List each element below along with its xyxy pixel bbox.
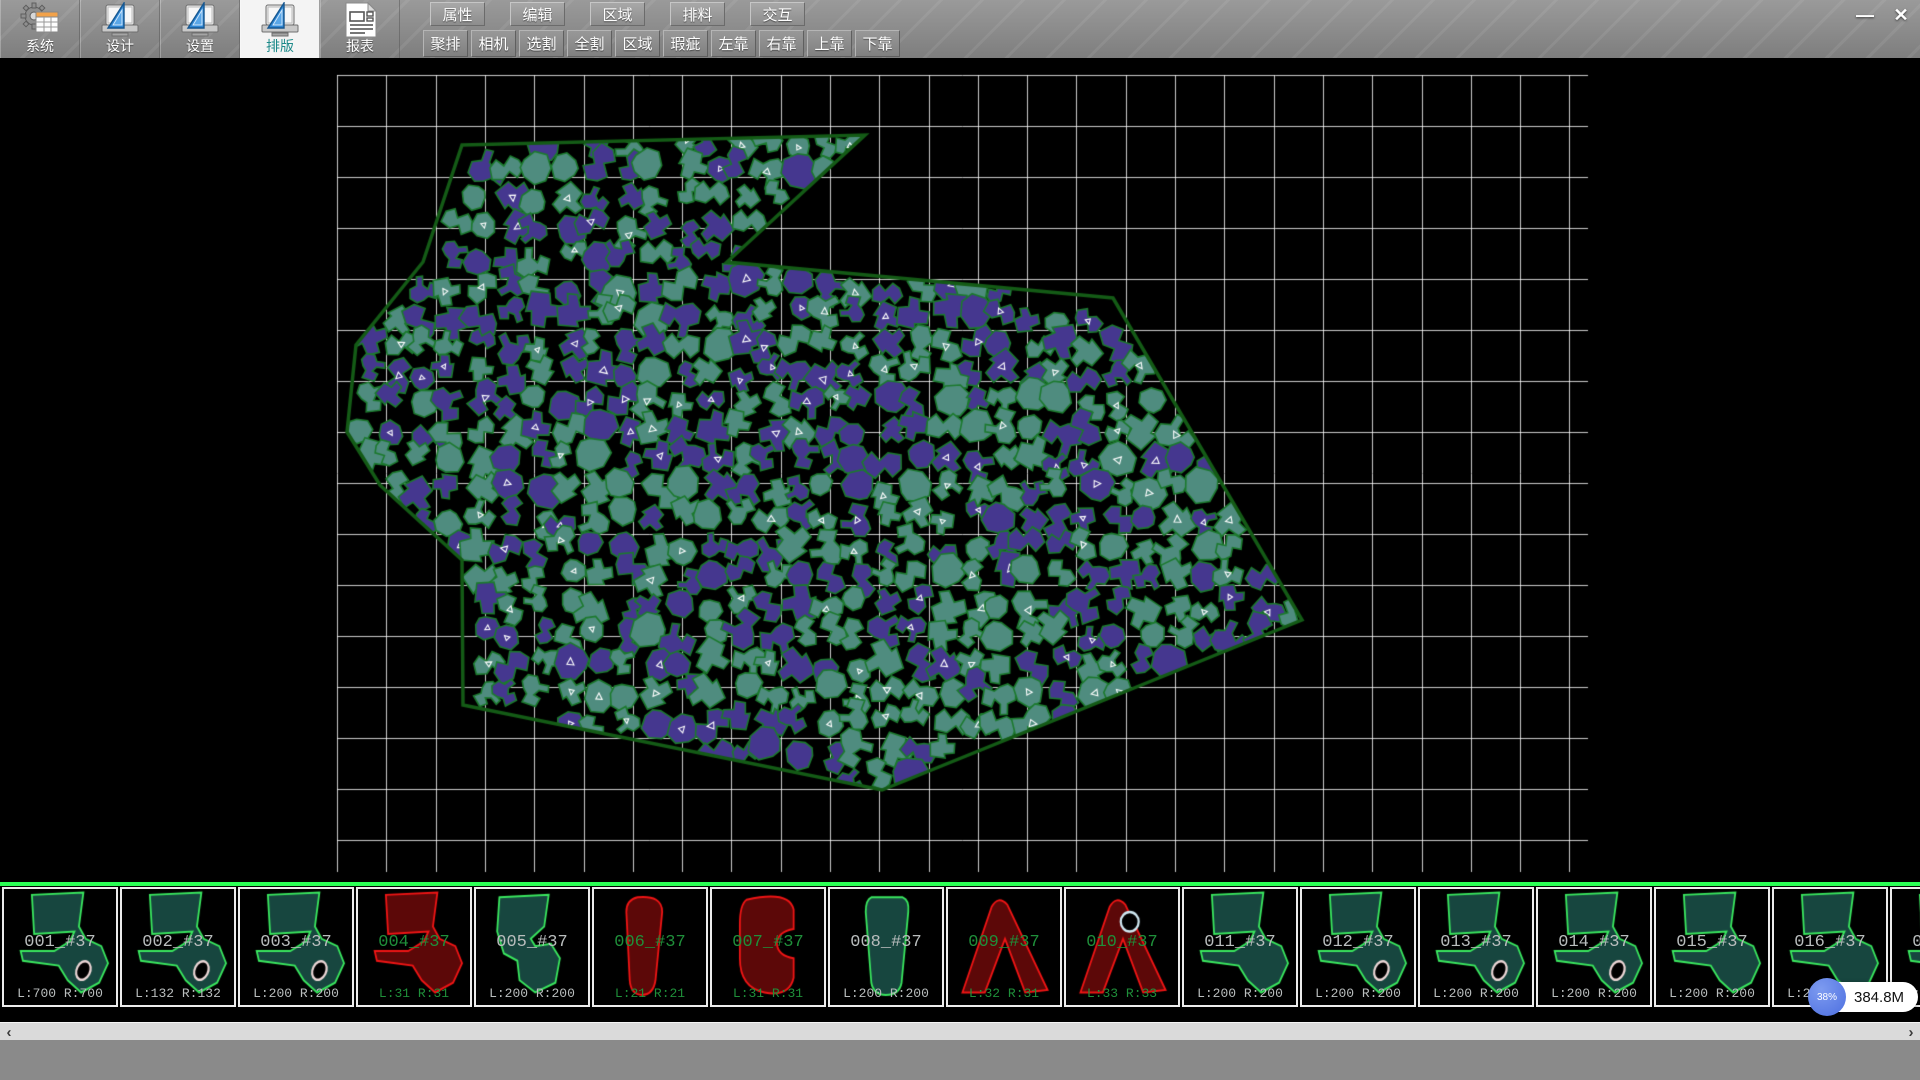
main-button-label: 设计 <box>106 38 134 55</box>
tool-button-bar: 聚排相机选割全割区域瑕疵左靠右靠上靠下靠 <box>423 30 903 57</box>
piece-shape <box>1657 890 1769 1004</box>
menu-tab-3[interactable]: 区域 <box>590 2 645 26</box>
piece-thumbnail-003_#37[interactable]: 003_#37L:200 R:200 <box>238 887 354 1007</box>
tool-button-3[interactable]: 选割 <box>519 30 564 57</box>
piece-shape <box>831 890 943 1004</box>
piece-thumbnail-014_#37[interactable]: 014_#37L:200 R:200 <box>1536 887 1652 1007</box>
nesting-canvas[interactable] <box>0 58 1920 882</box>
piece-thumbnail-015_#37[interactable]: 015_#37L:200 R:200 <box>1654 887 1770 1007</box>
piece-shape <box>1421 890 1533 1004</box>
minimize-button[interactable]: — <box>1850 2 1880 28</box>
design-ruler-icon <box>98 2 142 38</box>
piece-shape <box>1539 890 1651 1004</box>
main-button-label: 设置 <box>186 38 214 55</box>
tool-button-1[interactable]: 聚排 <box>423 30 468 57</box>
tool-button-9[interactable]: 上靠 <box>807 30 852 57</box>
piece-thumbnail-010_#37[interactable]: 010_#37L:33 R:33 <box>1064 887 1180 1007</box>
close-button[interactable]: ✕ <box>1886 2 1916 28</box>
piece-shape <box>949 890 1061 1004</box>
progress-circle: 38% <box>1808 978 1846 1016</box>
piece-thumbnail-001_#37[interactable]: 001_#37L:700 R:700 <box>2 887 118 1007</box>
piece-thumbnail-007_#37[interactable]: 007_#37L:31 R:31 <box>710 887 826 1007</box>
memory-badge: 38% 384.8M <box>1812 982 1918 1012</box>
tool-button-2[interactable]: 相机 <box>471 30 516 57</box>
main-button-5[interactable]: 报表 <box>320 0 400 58</box>
piece-shape <box>359 890 471 1004</box>
piece-shape <box>477 890 589 1004</box>
piece-thumbnail-011_#37[interactable]: 011_#37L:200 R:200 <box>1182 887 1298 1007</box>
main-button-label: 系统 <box>26 38 54 55</box>
ribbon: 系统 设计 设置 排版 报表 属 <box>0 0 1920 59</box>
piece-shape <box>5 890 117 1004</box>
memory-value: 384.8M <box>1854 982 1904 1012</box>
piece-thumbnail-004_#37[interactable]: 004_#37L:31 R:31 <box>356 887 472 1007</box>
main-button-1[interactable]: 系统 <box>0 0 80 58</box>
piece-shape <box>1303 890 1415 1004</box>
report-doc-icon <box>338 2 382 38</box>
piece-filmstrip: 001_#37L:700 R:700002_#37L:132 R:132003_… <box>0 882 1920 1022</box>
piece-shape <box>713 890 825 1004</box>
filmstrip-accent-line <box>0 882 1920 886</box>
piece-shape <box>595 890 707 1004</box>
tool-button-10[interactable]: 下靠 <box>855 30 900 57</box>
filmstrip-cells: 001_#37L:700 R:700002_#37L:132 R:132003_… <box>0 887 1920 1009</box>
piece-shape <box>241 890 353 1004</box>
main-button-label: 报表 <box>346 38 374 55</box>
settings-ruler-icon <box>178 2 222 38</box>
application-window: 系统 设计 设置 排版 报表 属 <box>0 0 1920 1080</box>
tool-button-7[interactable]: 左靠 <box>711 30 756 57</box>
scroll-right-arrow[interactable]: › <box>1902 1023 1920 1041</box>
tool-button-4[interactable]: 全割 <box>567 30 612 57</box>
main-button-4[interactable]: 排版 <box>240 0 320 58</box>
status-bar <box>0 1040 1920 1080</box>
tool-button-8[interactable]: 右靠 <box>759 30 804 57</box>
piece-thumbnail-009_#37[interactable]: 009_#37L:32 R:31 <box>946 887 1062 1007</box>
menu-tab-bar: 属性 编辑 区域 排料 交互 <box>430 2 830 26</box>
piece-shape <box>1067 890 1179 1004</box>
piece-thumbnail-002_#37[interactable]: 002_#37L:132 R:132 <box>120 887 236 1007</box>
piece-thumbnail-008_#37[interactable]: 008_#37L:200 R:200 <box>828 887 944 1007</box>
nesting-workspace[interactable] <box>0 58 1920 882</box>
piece-shape <box>123 890 235 1004</box>
menu-tab-4[interactable]: 排料 <box>670 2 725 26</box>
piece-shape <box>1185 890 1297 1004</box>
menu-tab-2[interactable]: 编辑 <box>510 2 565 26</box>
piece-thumbnail-005_#37[interactable]: 005_#37L:200 R:200 <box>474 887 590 1007</box>
horizontal-scrollbar[interactable]: ‹ › <box>0 1022 1920 1040</box>
main-button-2[interactable]: 设计 <box>80 0 160 58</box>
layout-ruler-icon <box>258 2 302 38</box>
menu-tab-1[interactable]: 属性 <box>430 2 485 26</box>
menu-tab-5[interactable]: 交互 <box>750 2 805 26</box>
window-controls: — ✕ <box>1850 2 1916 28</box>
main-button-label: 排版 <box>266 38 294 55</box>
tool-button-6[interactable]: 瑕疵 <box>663 30 708 57</box>
main-button-bar: 系统 设计 设置 排版 报表 <box>0 0 400 58</box>
piece-thumbnail-013_#37[interactable]: 013_#37L:200 R:200 <box>1418 887 1534 1007</box>
main-button-3[interactable]: 设置 <box>160 0 240 58</box>
system-gear-icon <box>18 2 62 38</box>
scroll-left-arrow[interactable]: ‹ <box>0 1023 18 1041</box>
piece-thumbnail-006_#37[interactable]: 006_#37L:21 R:21 <box>592 887 708 1007</box>
piece-thumbnail-012_#37[interactable]: 012_#37L:200 R:200 <box>1300 887 1416 1007</box>
tool-button-5[interactable]: 区域 <box>615 30 660 57</box>
